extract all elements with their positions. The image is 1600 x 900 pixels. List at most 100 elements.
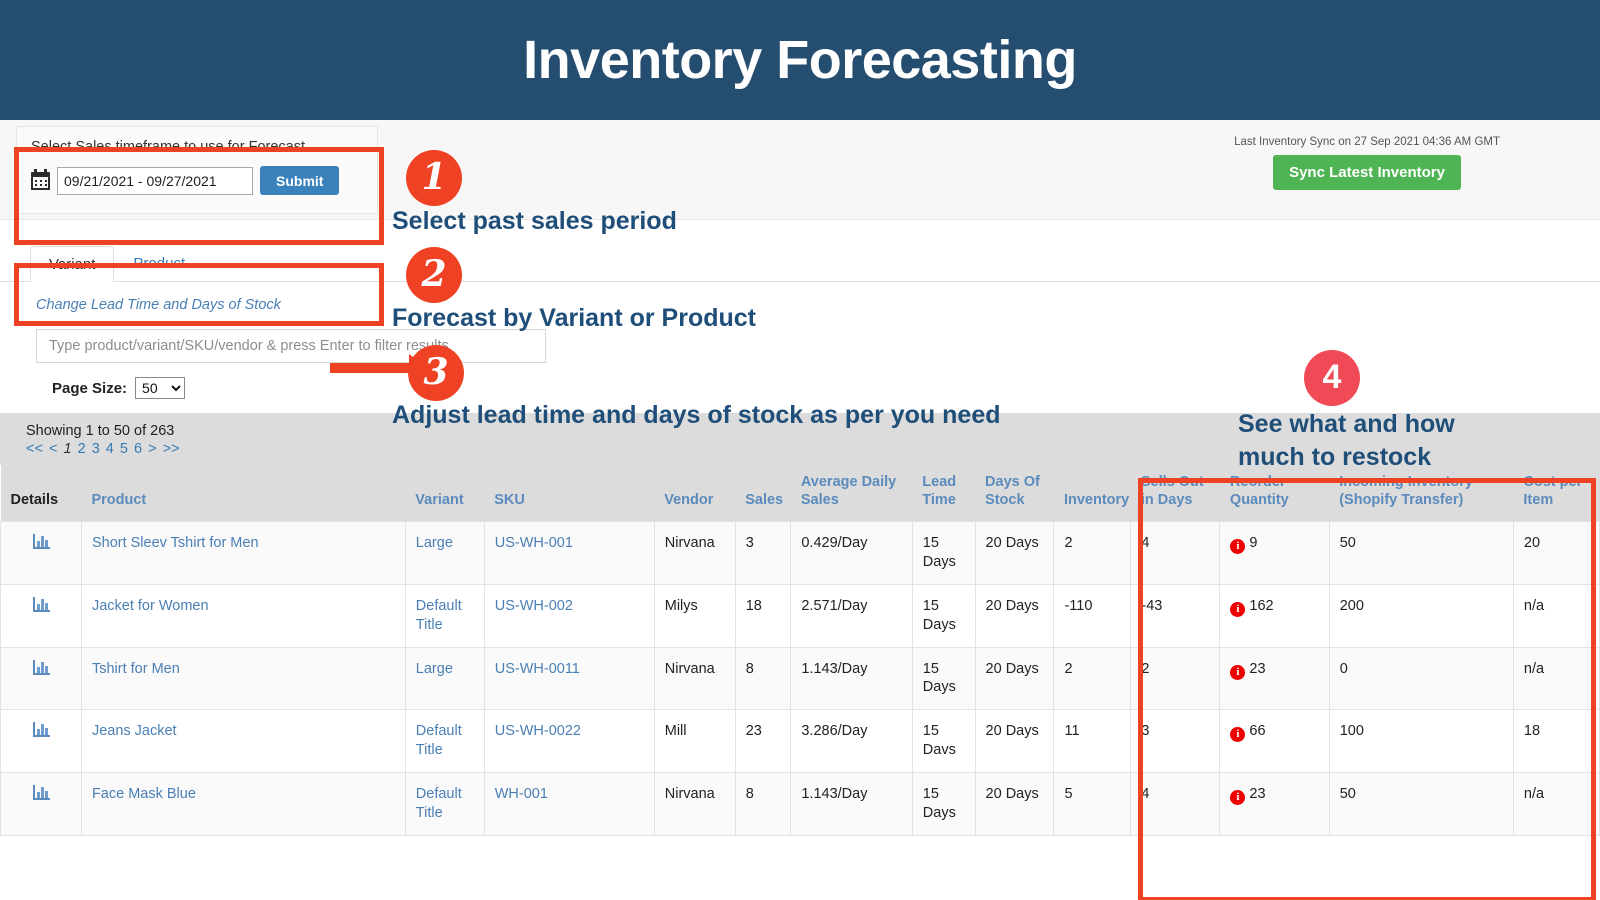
- cell-sku[interactable]: US-WH-0022: [483, 709, 655, 773]
- product-link[interactable]: Jeans Jacket: [92, 723, 177, 739]
- pager-page-1[interactable]: 1: [63, 441, 71, 457]
- cell-sku[interactable]: US-WH-0011: [483, 646, 655, 711]
- col-product[interactable]: Product: [81, 465, 406, 522]
- cell-product[interactable]: Jacket for Women: [80, 583, 406, 648]
- cell-product[interactable]: Short Sleev Tshirt for Men: [80, 521, 406, 585]
- cell-sales: 23: [734, 709, 792, 773]
- info-alert-icon[interactable]: i: [1230, 790, 1246, 805]
- cell-variant[interactable]: Large: [404, 521, 485, 585]
- col-average-daily-sales[interactable]: Average Daily Sales: [790, 465, 913, 522]
- cell-variant[interactable]: Default Title: [404, 583, 485, 648]
- sku-link[interactable]: US-WH-0022: [495, 723, 581, 739]
- tab-product[interactable]: Product: [114, 245, 204, 281]
- info-alert-icon[interactable]: i: [1230, 539, 1246, 555]
- bar-chart-icon[interactable]: [33, 534, 51, 550]
- product-link[interactable]: Face Mask Blue: [92, 786, 196, 802]
- sync-latest-inventory-button[interactable]: Sync Latest Inventory: [1273, 155, 1461, 190]
- bar-chart-icon[interactable]: [33, 722, 51, 738]
- pager-page-4[interactable]: 4: [106, 441, 114, 457]
- cell-reorder-quantity[interactable]: i 162: [1219, 583, 1330, 648]
- cell-details[interactable]: [0, 646, 82, 711]
- pager-last[interactable]: >>: [163, 441, 180, 457]
- info-alert-icon[interactable]: i: [1230, 727, 1246, 743]
- pager-page-6[interactable]: 6: [134, 441, 142, 457]
- col-sales[interactable]: Sales: [735, 465, 791, 522]
- cell-cost-per-item: n/a: [1512, 583, 1600, 648]
- cell-inventory: 2: [1053, 521, 1132, 585]
- pager-next[interactable]: >: [148, 441, 156, 457]
- cell-reorder-quantity[interactable]: i 23: [1219, 772, 1330, 836]
- sku-link[interactable]: WH-001: [495, 786, 548, 802]
- variant-link[interactable]: Default Title: [416, 786, 462, 821]
- sku-link[interactable]: US-WH-001: [495, 535, 573, 551]
- tab-variant[interactable]: Variant: [30, 246, 115, 282]
- sku-link[interactable]: US-WH-002: [495, 598, 573, 614]
- col-variant[interactable]: Variant: [405, 465, 485, 522]
- col-sells-out-in-days[interactable]: Sells Out in Days: [1130, 465, 1220, 522]
- cell-product[interactable]: Face Mask Blue: [80, 772, 406, 836]
- cell-inventory: 5: [1053, 772, 1132, 836]
- info-alert-icon[interactable]: i: [1230, 664, 1246, 680]
- cell-details[interactable]: [0, 521, 82, 585]
- product-link[interactable]: Tshirt for Men: [92, 661, 180, 677]
- info-alert-icon[interactable]: i: [1230, 601, 1246, 617]
- cell-reorder-quantity[interactable]: i9: [1219, 521, 1330, 585]
- cell-variant[interactable]: Default Title: [404, 709, 485, 773]
- cell-reorder-quantity[interactable]: i 23: [1219, 646, 1330, 711]
- page-size-select[interactable]: 102550100: [135, 377, 186, 399]
- col-lead-time[interactable]: Lead Time: [912, 465, 976, 522]
- cell-details[interactable]: [0, 709, 82, 773]
- cell-variant[interactable]: Default Title: [404, 772, 485, 836]
- cell-lead-time: 15 Days: [911, 772, 976, 836]
- pager-prev[interactable]: <: [49, 441, 57, 457]
- bar-chart-icon[interactable]: [33, 596, 51, 612]
- product-link[interactable]: Short Sleev Tshirt for Men: [92, 535, 259, 551]
- col-inventory[interactable]: Inventory: [1053, 465, 1131, 522]
- cell-reorder-quantity[interactable]: i 66: [1219, 709, 1330, 773]
- pager-page-3[interactable]: 3: [92, 441, 100, 457]
- table-row: Jacket for Women Default Title US-WH-002 Mi…: [0, 583, 1600, 648]
- cell-sales: 18: [734, 583, 792, 648]
- date-range-input[interactable]: [57, 166, 253, 195]
- cell-product[interactable]: Tshirt for Men: [80, 646, 406, 711]
- col-vendor[interactable]: Vendor: [654, 465, 736, 522]
- timeframe-label: Select Sales timeframe to use for Foreca…: [31, 139, 305, 155]
- col-sku[interactable]: SKU: [484, 465, 655, 522]
- variant-link[interactable]: Default Title: [416, 723, 462, 758]
- cell-lead-time: 15 Days: [911, 521, 976, 585]
- variant-link[interactable]: Default Title: [416, 598, 462, 633]
- variant-link[interactable]: Large: [416, 535, 453, 551]
- cell-lead-time: 15 Days: [911, 583, 976, 648]
- timeframe-bar: Select Sales timeframe to use for Foreca…: [0, 120, 1600, 220]
- forecast-table-wrap: Showing 1 to 50 of 263 << < 1 2 3 4 5 6 …: [0, 413, 1600, 836]
- annotation-arrow-3: [330, 354, 427, 382]
- cell-sku[interactable]: WH-001: [483, 772, 655, 836]
- col-days-of-stock[interactable]: Days Of Stock: [975, 465, 1054, 522]
- variant-link[interactable]: Large: [416, 661, 453, 677]
- bar-chart-icon[interactable]: [33, 785, 51, 800]
- submit-button[interactable]: Submit: [260, 166, 340, 195]
- cell-incoming-inventory: 100: [1328, 709, 1514, 773]
- cell-sku[interactable]: US-WH-002: [483, 583, 655, 648]
- pager-first[interactable]: <<: [26, 441, 43, 457]
- pager-page-2[interactable]: 2: [78, 441, 86, 457]
- product-link[interactable]: Jacket for Women: [92, 598, 209, 614]
- cell-variant[interactable]: Large: [404, 646, 485, 711]
- bar-chart-icon[interactable]: [33, 659, 51, 675]
- cell-sells-out-in-days: 3: [1130, 709, 1221, 773]
- col-details[interactable]: Details: [0, 465, 82, 522]
- cell-cost-per-item: 20: [1512, 521, 1600, 585]
- cell-product[interactable]: Jeans Jacket: [80, 709, 406, 773]
- cell-sku[interactable]: US-WH-001: [483, 521, 655, 585]
- cell-details[interactable]: [0, 583, 82, 648]
- calendar-icon: [31, 168, 50, 190]
- cell-incoming-inventory: 0: [1328, 646, 1514, 711]
- cell-days-of-stock: 20 Days: [974, 646, 1055, 711]
- page-banner: Inventory Forecasting: [0, 0, 1600, 120]
- sku-link[interactable]: US-WH-0011: [495, 661, 580, 677]
- table-row: Short Sleev Tshirt for Men Large US-WH-001…: [0, 521, 1600, 585]
- pager-page-5[interactable]: 5: [120, 441, 128, 457]
- cell-details[interactable]: [0, 772, 82, 836]
- col-cost-per-item[interactable]: Cost per Item: [1513, 465, 1600, 522]
- change-lead-time-link[interactable]: Change Lead Time and Days of Stock: [36, 297, 281, 313]
